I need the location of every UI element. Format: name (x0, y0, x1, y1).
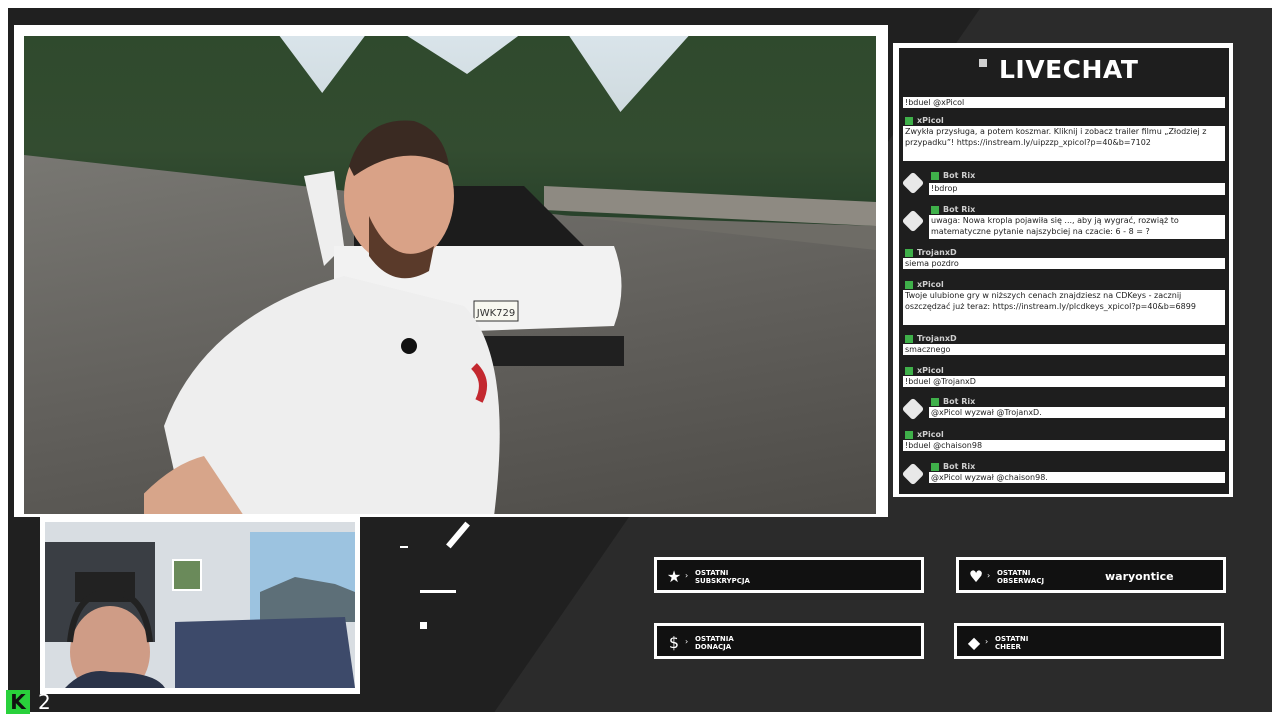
chat-username: Bot Rix (931, 205, 975, 214)
channel-badge-icon (905, 366, 913, 375)
chat-username-text: Bot Rix (943, 462, 976, 471)
channel-badge-icon (931, 171, 939, 180)
star-icon: ★ (666, 567, 682, 586)
chat-username-text: xPicol (917, 366, 944, 375)
viewer-count: 2 (38, 690, 51, 714)
label-line-2: CHEER (995, 643, 1021, 651)
webcam-feed (45, 522, 355, 688)
chat-username-text: xPicol (917, 280, 944, 289)
chat-username: xPicol (905, 366, 944, 375)
channel-badge-icon (931, 205, 939, 214)
chat-username-text: Bot Rix (943, 205, 976, 214)
channel-badge-icon (905, 116, 913, 125)
heart-icon: ♥ (968, 567, 984, 586)
decor-dash (400, 546, 408, 548)
dice-icon (901, 462, 925, 486)
dice-icon (901, 209, 925, 233)
chat-message: TrojanxD smacznego (899, 332, 1229, 356)
webcam-scene (45, 522, 355, 688)
chat-message-text: smacznego (903, 344, 1225, 355)
chat-username-text: Bot Rix (943, 397, 976, 406)
label-line-1: OSTATNI (995, 635, 1029, 643)
last-follower-value: waryontice (1105, 570, 1174, 583)
last-cheer-box: ◆ › OSTATNI CHEER (954, 623, 1224, 659)
chat-message-text: !bduel @chaison98 (903, 440, 1225, 451)
chat-message: TrojanxD siema pozdro (899, 246, 1229, 270)
chat-message-text: !bduel @xPicol (903, 97, 1225, 108)
decor-square (420, 622, 427, 629)
chat-username: TrojanxD (905, 334, 957, 343)
dollar-icon: $ (668, 633, 680, 652)
chat-message-text: !bdrop (929, 183, 1225, 195)
chat-message: xPicol !bduel @chaison98 (899, 428, 1229, 452)
chat-panel[interactable]: LIVECHAT !bduel @xPicol xPicol Zwykła pr… (899, 48, 1229, 494)
chat-username-text: TrojanxD (917, 248, 957, 257)
stream-video[interactable]: JWK729 (24, 36, 876, 514)
chat-username: Bot Rix (931, 171, 975, 180)
last-cheer-label: OSTATNI CHEER (995, 635, 1028, 651)
chat-message-text: @xPicol wyzwał @TrojanxD. (929, 407, 1225, 418)
channel-badge-icon (905, 248, 913, 257)
chat-message-text: siema pozdro (903, 258, 1225, 269)
diamond-icon: ◆ (967, 633, 981, 652)
last-subscriber-label: OSTATNI SUBSKRYPCJA (695, 569, 750, 585)
decor-line (420, 590, 456, 593)
chat-message: xPicol !bduel @TrojanxD (899, 364, 1229, 388)
chat-username: xPicol (905, 116, 944, 125)
chat-message: Bot Rix @xPicol wyzwał @TrojanxD. (899, 395, 1229, 421)
label-line-1: OSTATNI (997, 569, 1031, 577)
label-line-2: SUBSKRYPCJA (695, 577, 750, 585)
label-line-2: DONACJA (695, 643, 732, 651)
chat-message-text: uwaga: Nowa kropla pojawiła się ..., aby… (929, 215, 1225, 239)
label-line-1: OSTATNI (695, 569, 729, 577)
chat-title: LIVECHAT (999, 55, 1139, 84)
last-donation-box: $ › OSTATNIA DONACJA (654, 623, 924, 659)
chat-username: xPicol (905, 430, 944, 439)
last-follower-box: ♥ › OSTATNI OBSERWACJ waryontice (956, 557, 1226, 593)
chat-message-text: !bduel @TrojanxD (903, 376, 1225, 387)
chat-username-text: xPicol (917, 116, 944, 125)
dice-icon (901, 171, 925, 195)
chat-title-dot (979, 59, 987, 67)
channel-badge-icon (905, 334, 913, 343)
chat-username-text: xPicol (917, 430, 944, 439)
last-subscriber-box: ★ › OSTATNI SUBSKRYPCJA (654, 557, 924, 593)
dice-icon (901, 397, 925, 421)
chat-message: xPicol Twoje ulubione gry w niższych cen… (899, 278, 1229, 326)
chat-message: !bduel @xPicol (899, 97, 1229, 109)
label-line-2: OBSERWACJ (997, 577, 1045, 585)
channel-badge-icon (905, 280, 913, 289)
label-line-1: OSTATNIA (695, 635, 734, 643)
chat-username-text: Bot Rix (943, 171, 976, 180)
chat-username-text: TrojanxD (917, 334, 957, 343)
chat-message: xPicol Zwykła przysługa, a potem koszmar… (899, 114, 1229, 162)
chat-message: Bot Rix @xPicol wyzwał @chaison98. (899, 460, 1229, 486)
chat-header: LIVECHAT (899, 48, 1229, 100)
chevron-right-icon: › (685, 571, 689, 580)
chat-username: Bot Rix (931, 462, 975, 471)
chat-username: Bot Rix (931, 397, 975, 406)
video-person (144, 120, 500, 514)
chevron-right-icon: › (987, 571, 991, 580)
chevron-right-icon: › (685, 637, 689, 646)
chat-message-text: Twoje ulubione gry w niższych cenach zna… (903, 290, 1225, 325)
chevron-right-icon: › (985, 637, 989, 646)
last-donation-label: OSTATNIA DONACJA (695, 635, 734, 651)
chat-username: TrojanxD (905, 248, 957, 257)
channel-badge-icon (931, 397, 939, 406)
chat-username: xPicol (905, 280, 944, 289)
channel-badge-icon (905, 430, 913, 439)
channel-badge-icon (931, 462, 939, 471)
chat-message-text: Zwykła przysługa, a potem koszmar. Klikn… (903, 126, 1225, 161)
chat-message-text: @xPicol wyzwał @chaison98. (929, 472, 1225, 483)
last-follower-label: OSTATNI OBSERWACJ (997, 569, 1044, 585)
kick-logo-icon: K (6, 690, 30, 714)
chat-message: Bot Rix !bdrop (899, 169, 1229, 197)
chat-message: Bot Rix uwaga: Nowa kropla pojawiła się … (899, 203, 1229, 241)
